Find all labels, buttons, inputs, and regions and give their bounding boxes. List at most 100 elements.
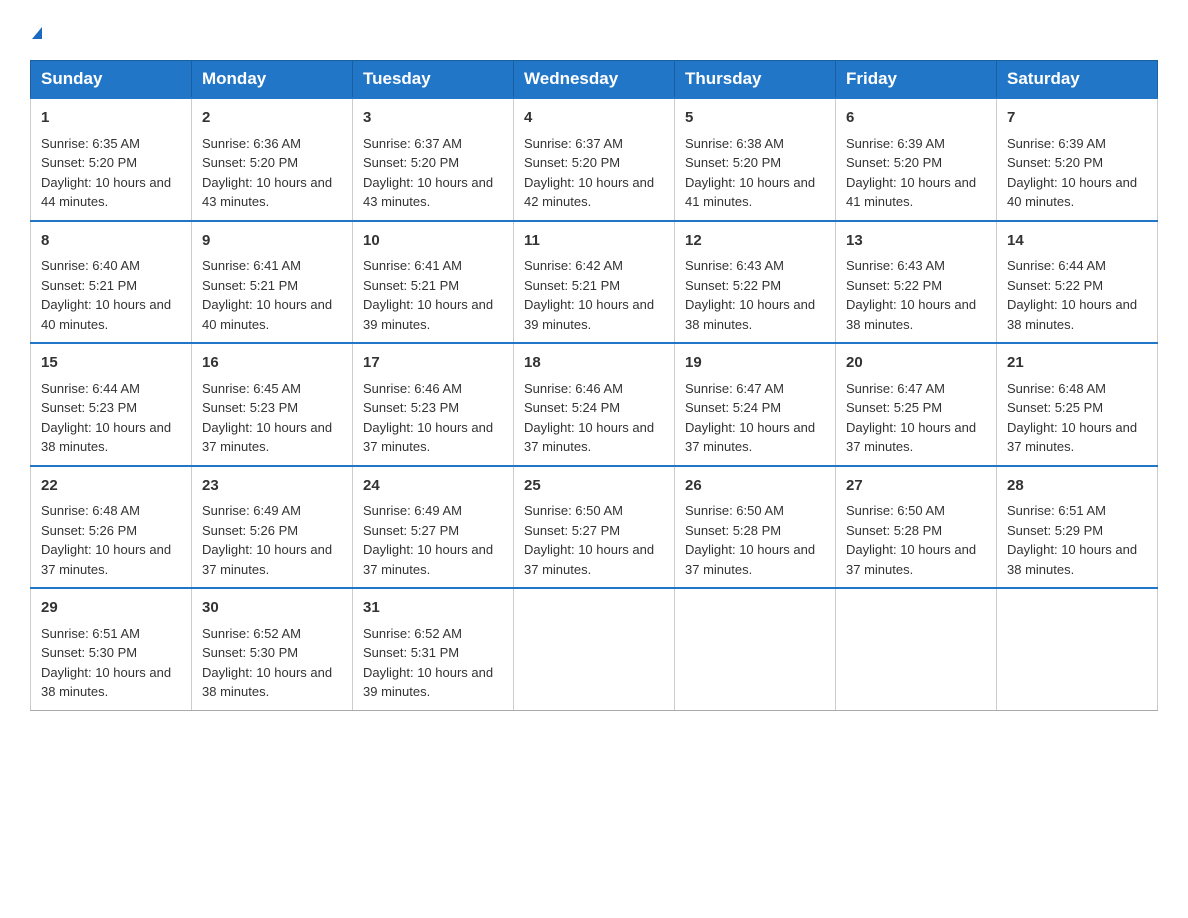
day-info: Sunrise: 6:51 AMSunset: 5:30 PMDaylight:…: [41, 626, 171, 700]
day-info: Sunrise: 6:42 AMSunset: 5:21 PMDaylight:…: [524, 258, 654, 332]
day-number: 3: [363, 107, 503, 130]
calendar-table: SundayMondayTuesdayWednesdayThursdayFrid…: [30, 60, 1158, 711]
calendar-week-row: 29 Sunrise: 6:51 AMSunset: 5:30 PMDayligh…: [31, 588, 1158, 710]
day-info: Sunrise: 6:50 AMSunset: 5:28 PMDaylight:…: [846, 503, 976, 577]
day-info: Sunrise: 6:48 AMSunset: 5:26 PMDaylight:…: [41, 503, 171, 577]
day-info: Sunrise: 6:46 AMSunset: 5:23 PMDaylight:…: [363, 381, 493, 455]
day-number: 26: [685, 475, 825, 498]
day-info: Sunrise: 6:35 AMSunset: 5:20 PMDaylight:…: [41, 136, 171, 210]
day-number: 25: [524, 475, 664, 498]
calendar-cell: 25 Sunrise: 6:50 AMSunset: 5:27 PMDayligh…: [514, 466, 675, 589]
calendar-cell: 13 Sunrise: 6:43 AMSunset: 5:22 PMDayligh…: [836, 221, 997, 344]
day-info: Sunrise: 6:44 AMSunset: 5:23 PMDaylight:…: [41, 381, 171, 455]
calendar-cell: 3 Sunrise: 6:37 AMSunset: 5:20 PMDaylight…: [353, 98, 514, 221]
calendar-cell: [997, 588, 1158, 710]
calendar-cell: 12 Sunrise: 6:43 AMSunset: 5:22 PMDayligh…: [675, 221, 836, 344]
day-info: Sunrise: 6:46 AMSunset: 5:24 PMDaylight:…: [524, 381, 654, 455]
day-info: Sunrise: 6:50 AMSunset: 5:27 PMDaylight:…: [524, 503, 654, 577]
day-number: 11: [524, 230, 664, 253]
day-info: Sunrise: 6:39 AMSunset: 5:20 PMDaylight:…: [846, 136, 976, 210]
day-number: 8: [41, 230, 181, 253]
day-info: Sunrise: 6:37 AMSunset: 5:20 PMDaylight:…: [524, 136, 654, 210]
calendar-week-row: 1 Sunrise: 6:35 AMSunset: 5:20 PMDaylight…: [31, 98, 1158, 221]
day-info: Sunrise: 6:47 AMSunset: 5:25 PMDaylight:…: [846, 381, 976, 455]
day-number: 1: [41, 107, 181, 130]
calendar-cell: 7 Sunrise: 6:39 AMSunset: 5:20 PMDaylight…: [997, 98, 1158, 221]
calendar-cell: [514, 588, 675, 710]
header-row: SundayMondayTuesdayWednesdayThursdayFrid…: [31, 61, 1158, 99]
day-number: 13: [846, 230, 986, 253]
day-number: 6: [846, 107, 986, 130]
day-info: Sunrise: 6:51 AMSunset: 5:29 PMDaylight:…: [1007, 503, 1137, 577]
calendar-cell: 21 Sunrise: 6:48 AMSunset: 5:25 PMDayligh…: [997, 343, 1158, 466]
header-cell-tuesday: Tuesday: [353, 61, 514, 99]
calendar-cell: 10 Sunrise: 6:41 AMSunset: 5:21 PMDayligh…: [353, 221, 514, 344]
calendar-cell: 15 Sunrise: 6:44 AMSunset: 5:23 PMDayligh…: [31, 343, 192, 466]
header-cell-thursday: Thursday: [675, 61, 836, 99]
day-number: 4: [524, 107, 664, 130]
calendar-cell: 23Sunrise: 6:49 AMSunset: 5:26 PMDayligh…: [192, 466, 353, 589]
day-info: Sunrise: 6:37 AMSunset: 5:20 PMDaylight:…: [363, 136, 493, 210]
calendar-cell: 5 Sunrise: 6:38 AMSunset: 5:20 PMDaylight…: [675, 98, 836, 221]
logo-text: [30, 20, 42, 44]
calendar-cell: 28Sunrise: 6:51 AMSunset: 5:29 PMDayligh…: [997, 466, 1158, 589]
calendar-cell: 4 Sunrise: 6:37 AMSunset: 5:20 PMDaylight…: [514, 98, 675, 221]
day-number: 22: [41, 475, 181, 498]
calendar-cell: 17 Sunrise: 6:46 AMSunset: 5:23 PMDayligh…: [353, 343, 514, 466]
day-number: 5: [685, 107, 825, 130]
day-number: 19: [685, 352, 825, 375]
day-info: Sunrise: 6:39 AMSunset: 5:20 PMDaylight:…: [1007, 136, 1137, 210]
day-number: 12: [685, 230, 825, 253]
calendar-cell: 24 Sunrise: 6:49 AMSunset: 5:27 PMDayligh…: [353, 466, 514, 589]
day-info: Sunrise: 6:50 AMSunset: 5:28 PMDaylight:…: [685, 503, 815, 577]
day-number: 21: [1007, 352, 1147, 375]
calendar-cell: [836, 588, 997, 710]
logo: [30, 20, 42, 44]
day-info: Sunrise: 6:41 AMSunset: 5:21 PMDaylight:…: [202, 258, 332, 332]
calendar-cell: 19 Sunrise: 6:47 AMSunset: 5:24 PMDayligh…: [675, 343, 836, 466]
day-info: Sunrise: 6:40 AMSunset: 5:21 PMDaylight:…: [41, 258, 171, 332]
calendar-cell: 18 Sunrise: 6:46 AMSunset: 5:24 PMDayligh…: [514, 343, 675, 466]
calendar-week-row: 15 Sunrise: 6:44 AMSunset: 5:23 PMDayligh…: [31, 343, 1158, 466]
day-number: 9: [202, 230, 342, 253]
day-info: Sunrise: 6:43 AMSunset: 5:22 PMDaylight:…: [685, 258, 815, 332]
day-info: Sunrise: 6:43 AMSunset: 5:22 PMDaylight:…: [846, 258, 976, 332]
day-info: Sunrise: 6:48 AMSunset: 5:25 PMDaylight:…: [1007, 381, 1137, 455]
day-number: 18: [524, 352, 664, 375]
calendar-cell: 16Sunrise: 6:45 AMSunset: 5:23 PMDayligh…: [192, 343, 353, 466]
calendar-cell: 31Sunrise: 6:52 AMSunset: 5:31 PMDayligh…: [353, 588, 514, 710]
day-info: Sunrise: 6:44 AMSunset: 5:22 PMDaylight:…: [1007, 258, 1137, 332]
day-info: Sunrise: 6:38 AMSunset: 5:20 PMDaylight:…: [685, 136, 815, 210]
day-number: 15: [41, 352, 181, 375]
calendar-cell: 14Sunrise: 6:44 AMSunset: 5:22 PMDayligh…: [997, 221, 1158, 344]
calendar-cell: 20 Sunrise: 6:47 AMSunset: 5:25 PMDayligh…: [836, 343, 997, 466]
day-info: Sunrise: 6:49 AMSunset: 5:27 PMDaylight:…: [363, 503, 493, 577]
header-cell-saturday: Saturday: [997, 61, 1158, 99]
day-number: 24: [363, 475, 503, 498]
day-number: 29: [41, 597, 181, 620]
day-info: Sunrise: 6:52 AMSunset: 5:31 PMDaylight:…: [363, 626, 493, 700]
header-cell-wednesday: Wednesday: [514, 61, 675, 99]
day-number: 20: [846, 352, 986, 375]
header-cell-friday: Friday: [836, 61, 997, 99]
logo-triangle-icon: [32, 27, 42, 39]
day-number: 17: [363, 352, 503, 375]
calendar-cell: 27Sunrise: 6:50 AMSunset: 5:28 PMDayligh…: [836, 466, 997, 589]
day-info: Sunrise: 6:36 AMSunset: 5:20 PMDaylight:…: [202, 136, 332, 210]
calendar-week-row: 22 Sunrise: 6:48 AMSunset: 5:26 PMDayligh…: [31, 466, 1158, 589]
day-info: Sunrise: 6:47 AMSunset: 5:24 PMDaylight:…: [685, 381, 815, 455]
day-number: 2: [202, 107, 342, 130]
day-number: 7: [1007, 107, 1147, 130]
day-info: Sunrise: 6:52 AMSunset: 5:30 PMDaylight:…: [202, 626, 332, 700]
day-info: Sunrise: 6:41 AMSunset: 5:21 PMDaylight:…: [363, 258, 493, 332]
calendar-cell: 26 Sunrise: 6:50 AMSunset: 5:28 PMDayligh…: [675, 466, 836, 589]
calendar-body: 1 Sunrise: 6:35 AMSunset: 5:20 PMDaylight…: [31, 98, 1158, 710]
day-number: 10: [363, 230, 503, 253]
header-cell-sunday: Sunday: [31, 61, 192, 99]
day-number: 23: [202, 475, 342, 498]
day-info: Sunrise: 6:45 AMSunset: 5:23 PMDaylight:…: [202, 381, 332, 455]
calendar-cell: 22 Sunrise: 6:48 AMSunset: 5:26 PMDayligh…: [31, 466, 192, 589]
calendar-cell: 30Sunrise: 6:52 AMSunset: 5:30 PMDayligh…: [192, 588, 353, 710]
calendar-cell: 2 Sunrise: 6:36 AMSunset: 5:20 PMDaylight…: [192, 98, 353, 221]
calendar-week-row: 8 Sunrise: 6:40 AMSunset: 5:21 PMDaylight…: [31, 221, 1158, 344]
